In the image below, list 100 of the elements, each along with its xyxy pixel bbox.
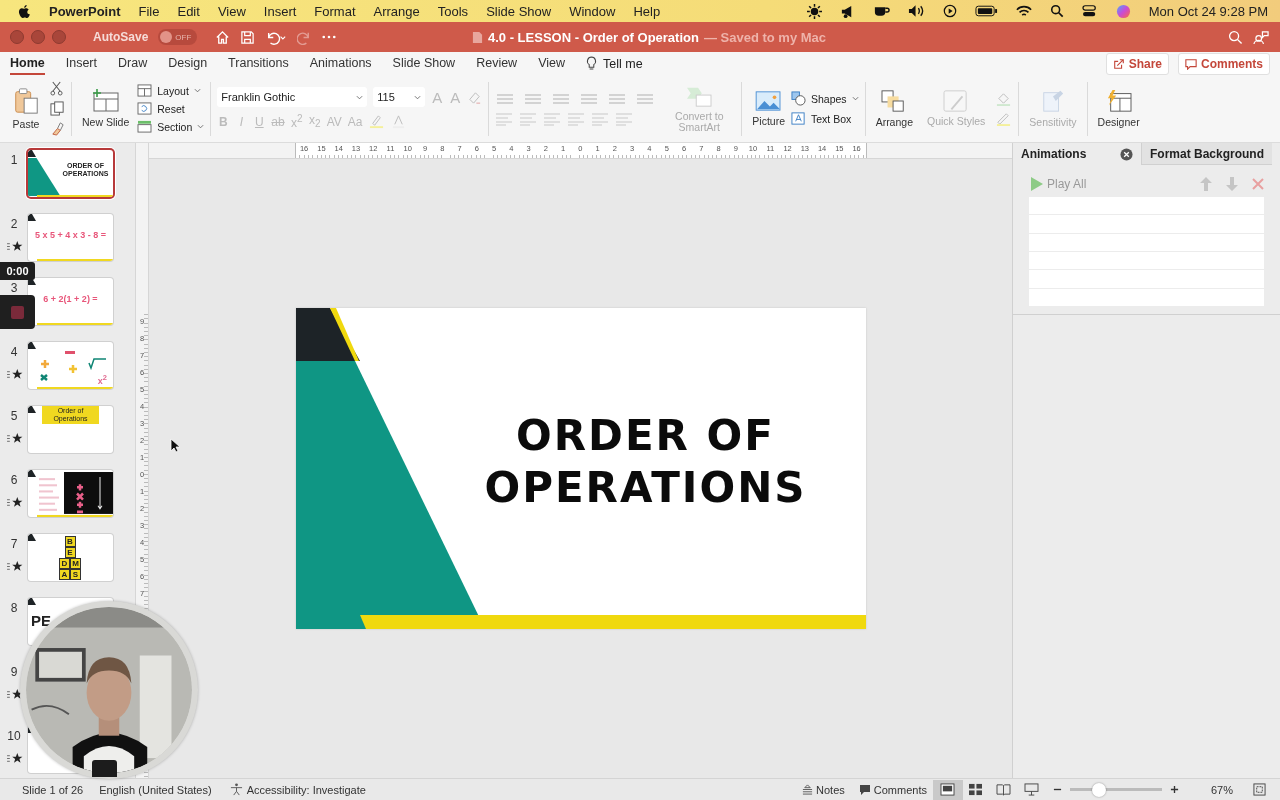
ribbon-tab[interactable]: Slide Show: [392, 52, 456, 75]
siri-icon[interactable]: [1115, 3, 1131, 19]
share-button[interactable]: Share: [1105, 52, 1169, 75]
shapes-button[interactable]: Shapes: [791, 91, 859, 106]
menu-item[interactable]: Format: [314, 3, 356, 19]
remove-icon[interactable]: [1252, 178, 1264, 190]
animation-star-icon: [5, 496, 23, 509]
save-status: — Saved to my Mac: [703, 29, 827, 45]
control-center-icon[interactable]: [1081, 4, 1098, 18]
font-size-field[interactable]: 115: [373, 87, 426, 107]
menu-item[interactable]: View: [217, 3, 246, 19]
ribbon-tab[interactable]: Draw: [118, 52, 148, 75]
slide-thumbnail[interactable]: 5 x 5 + 4 x 3 - 8 =: [28, 214, 113, 261]
ribbon-tab[interactable]: Review: [476, 52, 518, 75]
people-icon[interactable]: [1253, 29, 1270, 45]
minimize-window-button[interactable]: [31, 30, 45, 44]
ribbon-tab[interactable]: Transitions: [228, 52, 289, 75]
notes-icon: [802, 784, 814, 795]
comments-button[interactable]: Comments: [858, 783, 927, 796]
zoom-window-button[interactable]: [52, 30, 66, 44]
move-down-icon[interactable]: [1226, 177, 1238, 191]
stop-recording-button[interactable]: [0, 295, 35, 329]
font-color-icon[interactable]: [391, 114, 407, 129]
slide-counter: Slide 1 of 26: [22, 783, 84, 796]
ribbon-tab[interactable]: View: [538, 52, 566, 75]
scissors-icon[interactable]: [50, 81, 63, 96]
play-icon: [1031, 177, 1043, 191]
ribbon-tab[interactable]: Animations: [309, 52, 372, 75]
accessibility-status[interactable]: Accessibility: Investigate: [229, 783, 366, 796]
layout-button[interactable]: Layout: [137, 84, 201, 97]
slide-number: 5: [10, 409, 18, 423]
slide-title[interactable]: OPERATIONS: [484, 462, 807, 514]
play-circle-icon[interactable]: [942, 4, 957, 18]
home-icon[interactable]: [215, 29, 231, 45]
letter-tile: S: [70, 569, 81, 580]
fit-to-window-icon[interactable]: [1253, 783, 1266, 796]
close-window-button[interactable]: [10, 30, 24, 44]
paste-button[interactable]: Paste: [6, 85, 46, 132]
save-icon[interactable]: [240, 29, 256, 45]
slide-number: 8: [10, 601, 18, 615]
arrange-button[interactable]: Arrange: [871, 87, 917, 130]
slide-number: 2: [10, 217, 18, 231]
close-icon[interactable]: [1120, 147, 1133, 161]
zoom-in-icon[interactable]: [1169, 785, 1179, 794]
menu-item[interactable]: Tools: [437, 3, 469, 19]
pane-tab[interactable]: Format Background: [1142, 143, 1272, 165]
slide-number: 1: [10, 153, 18, 167]
reset-button[interactable]: Reset: [137, 102, 185, 115]
slide[interactable]: ORDER OF OPERATIONS: [295, 308, 866, 629]
normal-view-button[interactable]: [932, 779, 963, 800]
text-box-icon: [791, 111, 806, 126]
language-status[interactable]: English (United States): [99, 783, 212, 796]
font-name-field[interactable]: Franklin Gothic: [217, 87, 368, 107]
slide-title[interactable]: ORDER OF: [516, 410, 775, 462]
thumbnail-symbol: x$^{2}$: [97, 373, 107, 386]
picture-button[interactable]: Picture: [748, 88, 789, 129]
ribbon-tab[interactable]: Design: [168, 52, 208, 75]
menu-item[interactable]: Edit: [177, 3, 200, 19]
menu-item[interactable]: Help: [633, 3, 661, 19]
caret-icon: [414, 94, 422, 100]
image-icon: [754, 90, 783, 112]
app-menu[interactable]: PowerPoint: [49, 3, 121, 19]
menu-item[interactable]: File: [138, 3, 160, 19]
new-slide-button[interactable]: New Slide: [78, 86, 134, 131]
thumbnail-title: PE: [31, 612, 51, 629]
slide-thumbnail[interactable]: 6 + 2(1 + 2) =: [28, 278, 113, 325]
copy-icon[interactable]: [50, 101, 65, 116]
notes-button[interactable]: Notes: [802, 783, 845, 796]
text-box-button[interactable]: Text Box: [791, 111, 852, 126]
brush-icon[interactable]: [50, 121, 65, 136]
zoom-slider-thumb[interactable]: [1092, 782, 1107, 797]
tell-me-field[interactable]: Tell me: [603, 56, 643, 71]
cup-icon[interactable]: [872, 4, 890, 18]
ribbon-tab[interactable]: Insert: [65, 52, 97, 75]
comments-button[interactable]: Comments: [1178, 52, 1270, 75]
designer-button[interactable]: Designer: [1093, 87, 1144, 130]
volume-icon[interactable]: [907, 4, 925, 18]
document-title: 4.0 - LESSON - Order of Operation: [488, 29, 699, 45]
battery-icon[interactable]: [974, 5, 998, 17]
apple-icon[interactable]: [18, 3, 31, 19]
move-up-icon[interactable]: [1200, 177, 1212, 191]
section-button[interactable]: Section: [137, 120, 205, 133]
wifi-icon[interactable]: [1015, 4, 1032, 18]
zoom-percent[interactable]: 67%: [1210, 783, 1233, 796]
more-icon[interactable]: [322, 34, 337, 40]
caret-icon: [193, 88, 201, 93]
letter-tile: A: [59, 569, 70, 580]
menu-item[interactable]: Slide Show: [486, 3, 552, 19]
camera-handle[interactable]: [92, 760, 117, 777]
menu-item[interactable]: Window: [569, 3, 616, 19]
search-icon[interactable]: [1049, 4, 1064, 18]
highlighter-icon[interactable]: [368, 114, 386, 129]
sun-icon[interactable]: [806, 3, 822, 19]
slide-thumbnail[interactable]: B E D M A S: [28, 534, 113, 581]
menu-item[interactable]: Insert: [263, 3, 297, 19]
eraser-icon[interactable]: [467, 89, 483, 105]
corner-icon: [28, 598, 36, 605]
pen-icon[interactable]: [995, 111, 1013, 126]
fill-bucket-icon[interactable]: [995, 91, 1013, 106]
menu-item[interactable]: Arrange: [373, 3, 420, 19]
